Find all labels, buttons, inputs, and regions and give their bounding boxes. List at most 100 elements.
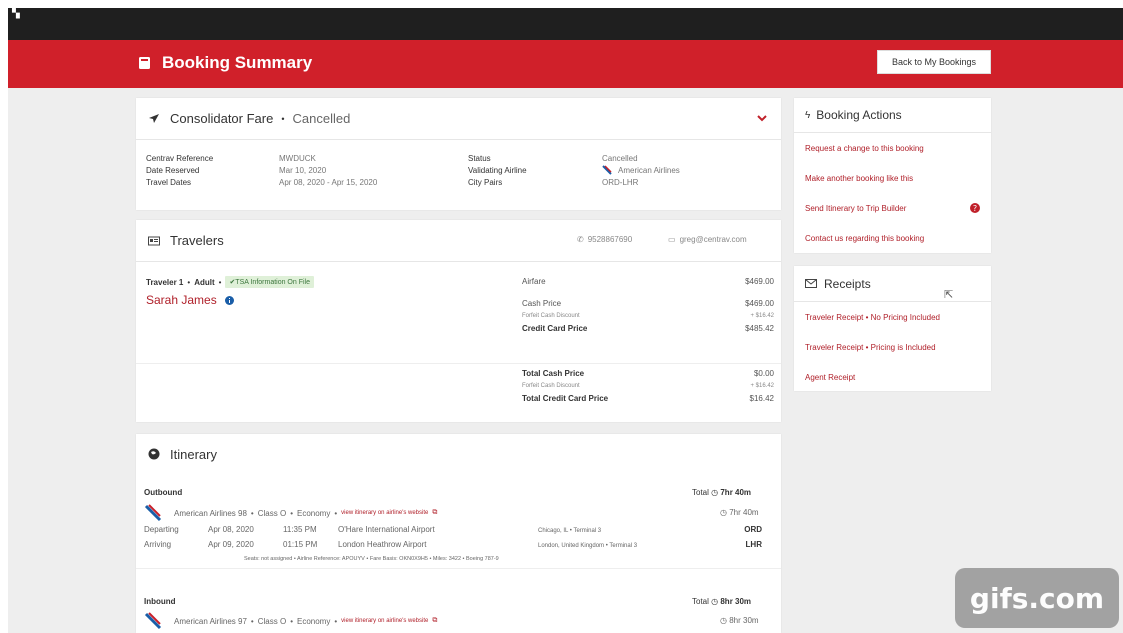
receipts-title: Receipts <box>824 276 871 291</box>
external-link-icon[interactable]: ⧉ <box>432 509 437 517</box>
inbound-total: Total ◷ 8hr 30m <box>692 597 751 606</box>
price-row: Forfeit Cash Discount + $16.42 <box>522 313 774 319</box>
field-value: MWDUCK <box>279 154 316 163</box>
fields-left: Centrav Reference MWDUCK Date Reserved Mar… <box>146 153 377 189</box>
airline-flight: American Airlines 98 <box>174 508 247 518</box>
field-row: City Pairs ORD-LHR <box>468 177 680 189</box>
segment-time: 11:35 PM <box>283 525 317 534</box>
segment-code: ORD <box>744 525 762 534</box>
traveler-name[interactable]: Sarah James <box>146 293 217 307</box>
bolt-icon: ϟ <box>805 109 811 121</box>
field-row: Centrav Reference MWDUCK <box>146 153 377 165</box>
consolidator-fare-header[interactable]: Consolidator Fare • Cancelled <box>136 98 781 140</box>
receipt-label: Traveler Receipt • Pricing is Included <box>805 342 936 352</box>
page-header: Booking Summary Back to My Bookings <box>8 40 1123 88</box>
clock-icon: ◷ <box>720 508 727 517</box>
airline-website-link[interactable]: view itinerary on airline's website <box>341 618 428 624</box>
field-label: Date Reserved <box>146 166 200 175</box>
consolidator-title: Consolidator Fare <box>170 111 274 126</box>
segment-code: LHR <box>745 540 762 549</box>
booking-actions-header: ϟ Booking Actions <box>794 98 991 133</box>
price-label: Credit Card Price <box>522 324 588 333</box>
phone-text: 9528867690 <box>587 235 633 244</box>
main-content: Consolidator Fare • Cancelled Centrav Re… <box>8 88 1123 633</box>
total-label: Total <box>692 488 709 497</box>
action-request-change[interactable]: Request a change to this booking <box>794 133 991 163</box>
receipt-label: Traveler Receipt • No Pricing Included <box>805 312 941 322</box>
outbound-details: Seats: not assigned • Airline Reference:… <box>244 556 499 562</box>
segment-label: Arriving <box>144 540 172 549</box>
info-icon[interactable] <box>224 295 234 305</box>
field-row: Date Reserved Mar 10, 2020 <box>146 165 377 177</box>
receipt-traveler-no-pricing[interactable]: Traveler Receipt • No Pricing Included <box>794 302 991 332</box>
svg-text:?: ? <box>973 204 977 213</box>
top-bar: ▚ <box>8 8 1123 40</box>
phone-icon: ✆ <box>577 235 584 244</box>
segment-city: London, United Kingdom • Terminal 3 <box>538 543 638 549</box>
total-label: Total Credit Card Price <box>522 394 609 403</box>
segment-airport: London Heathrow Airport <box>338 540 427 549</box>
booking-actions-title: Booking Actions <box>816 108 902 122</box>
field-value: American Airlines <box>618 166 680 175</box>
action-label: Contact us regarding this booking <box>805 233 925 243</box>
cabin: Economy <box>297 616 331 626</box>
receipt-label: Agent Receipt <box>805 372 856 382</box>
price-label: Airfare <box>522 277 546 286</box>
cabin: Economy <box>297 508 331 518</box>
action-make-another-booking[interactable]: Make another booking like this <box>794 163 991 193</box>
tsa-status-badge: ✔TSA Information On File <box>225 276 314 288</box>
title-separator: • <box>281 113 285 124</box>
travelers-title: Travelers <box>170 233 224 248</box>
departing-row: Departing Apr 08, 2020 11:35 PM O'Hare Inte… <box>144 525 762 534</box>
contact-phone: ✆ 9528867690 <box>577 235 632 244</box>
field-row: Status Cancelled <box>468 153 680 165</box>
segment-city: Chicago, IL • Terminal 3 <box>538 528 602 534</box>
separator: • <box>187 277 191 287</box>
external-link-icon[interactable]: ⧉ <box>432 617 437 625</box>
page-title-wrap: Booking Summary <box>138 53 312 73</box>
receipts-header: Receipts ⇱ <box>794 266 991 302</box>
price-value: + $16.42 <box>750 313 774 319</box>
inbound-label: Inbound <box>144 597 176 606</box>
action-contact-us[interactable]: Contact us regarding this booking <box>794 223 991 253</box>
total-time: 8hr 30m <box>720 597 752 606</box>
total-row: Forfeit Cash Discount + $16.42 <box>522 383 774 389</box>
segment-airport: O'Hare International Airport <box>338 525 435 534</box>
receipt-traveler-pricing[interactable]: Traveler Receipt • Pricing is Included <box>794 332 991 362</box>
traveler-type: Adult <box>194 277 215 287</box>
total-label: Total Cash Price <box>522 369 585 378</box>
segment-time: 01:15 PM <box>283 540 318 549</box>
inbound-duration: ◷ 8hr 30m <box>720 616 759 625</box>
clock-icon: ◷ <box>720 616 727 625</box>
american-airlines-logo-icon <box>144 612 162 630</box>
price-row: Cash Price $469.00 <box>522 299 774 308</box>
american-airlines-logo-icon <box>144 504 162 522</box>
help-icon[interactable]: ? <box>970 203 980 213</box>
window-corner-icon: ▚ <box>12 8 20 19</box>
action-label: Send Itinerary to Trip Builder <box>805 203 907 213</box>
segment-date: Apr 09, 2020 <box>208 540 254 549</box>
field-value: Apr 08, 2020 - Apr 15, 2020 <box>279 178 378 187</box>
field-label: Status <box>468 154 491 163</box>
field-value: ORD-LHR <box>602 178 639 187</box>
plane-icon <box>149 113 159 123</box>
airline-website-link[interactable]: view itinerary on airline's website <box>341 510 428 516</box>
field-label: City Pairs <box>468 178 503 187</box>
travelers-card: Travelers ✆ 9528867690 ▭ greg@centrav.com … <box>136 220 781 422</box>
price-value: $469.00 <box>745 277 774 286</box>
back-to-bookings-button[interactable]: Back to My Bookings <box>877 50 991 74</box>
action-send-itinerary[interactable]: Send Itinerary to Trip Builder ? <box>794 193 991 223</box>
receipt-agent[interactable]: Agent Receipt <box>794 362 991 392</box>
separator: • <box>290 508 293 518</box>
outbound-flight-info: American Airlines 98 • Class O • Economy… <box>144 504 437 522</box>
field-label: Validating Airline <box>468 166 527 175</box>
field-row: Travel Dates Apr 08, 2020 - Apr 15, 2020 <box>146 177 377 189</box>
clock-icon: ◷ <box>711 488 719 497</box>
chevron-down-icon[interactable] <box>757 115 767 123</box>
inbound-flight-info: American Airlines 97 • Class O • Economy… <box>144 612 437 630</box>
itinerary-divider <box>136 568 781 569</box>
field-value: Cancelled <box>602 154 638 163</box>
email-text: greg@centrav.com <box>679 235 747 244</box>
travelers-header: Travelers ✆ 9528867690 ▭ greg@centrav.com <box>136 220 781 262</box>
globe-icon <box>148 448 160 460</box>
